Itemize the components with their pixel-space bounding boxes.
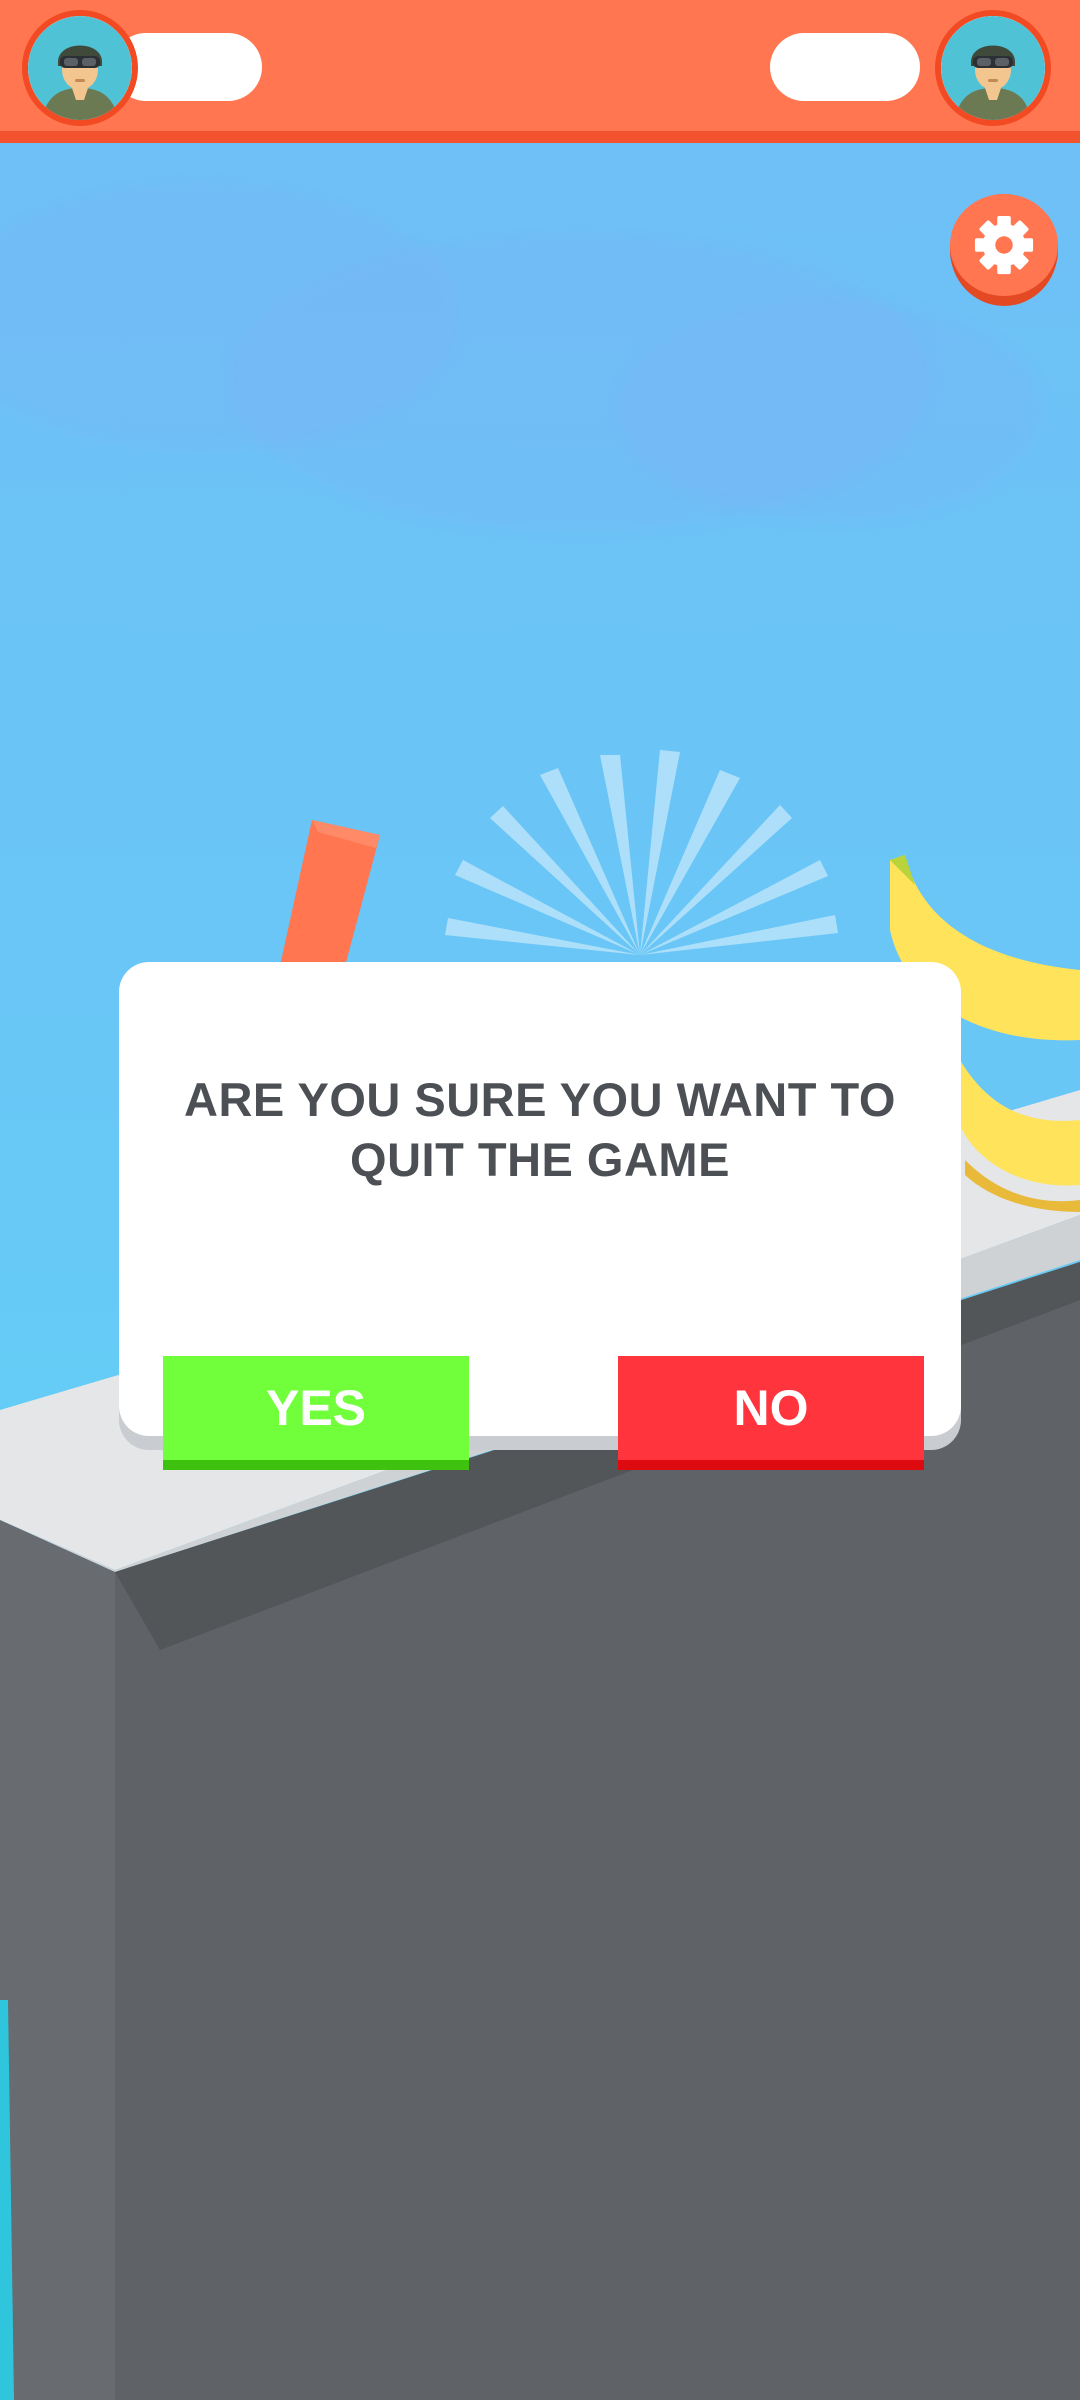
soldier-avatar-icon <box>22 10 138 126</box>
sunburst <box>445 750 838 955</box>
player-name-field-right <box>770 33 920 101</box>
no-button[interactable]: NO <box>618 1356 924 1470</box>
soldier-avatar-icon <box>935 10 1051 126</box>
gear-icon <box>974 215 1034 275</box>
yes-button[interactable]: YES <box>163 1356 469 1470</box>
carrot-object <box>278 820 380 985</box>
dialog-message: ARE YOU SURE YOU WANT TO QUIT THE GAME <box>184 1073 896 1186</box>
settings-button-face <box>950 194 1058 296</box>
top-bar <box>0 0 1080 143</box>
settings-button[interactable] <box>950 194 1058 306</box>
